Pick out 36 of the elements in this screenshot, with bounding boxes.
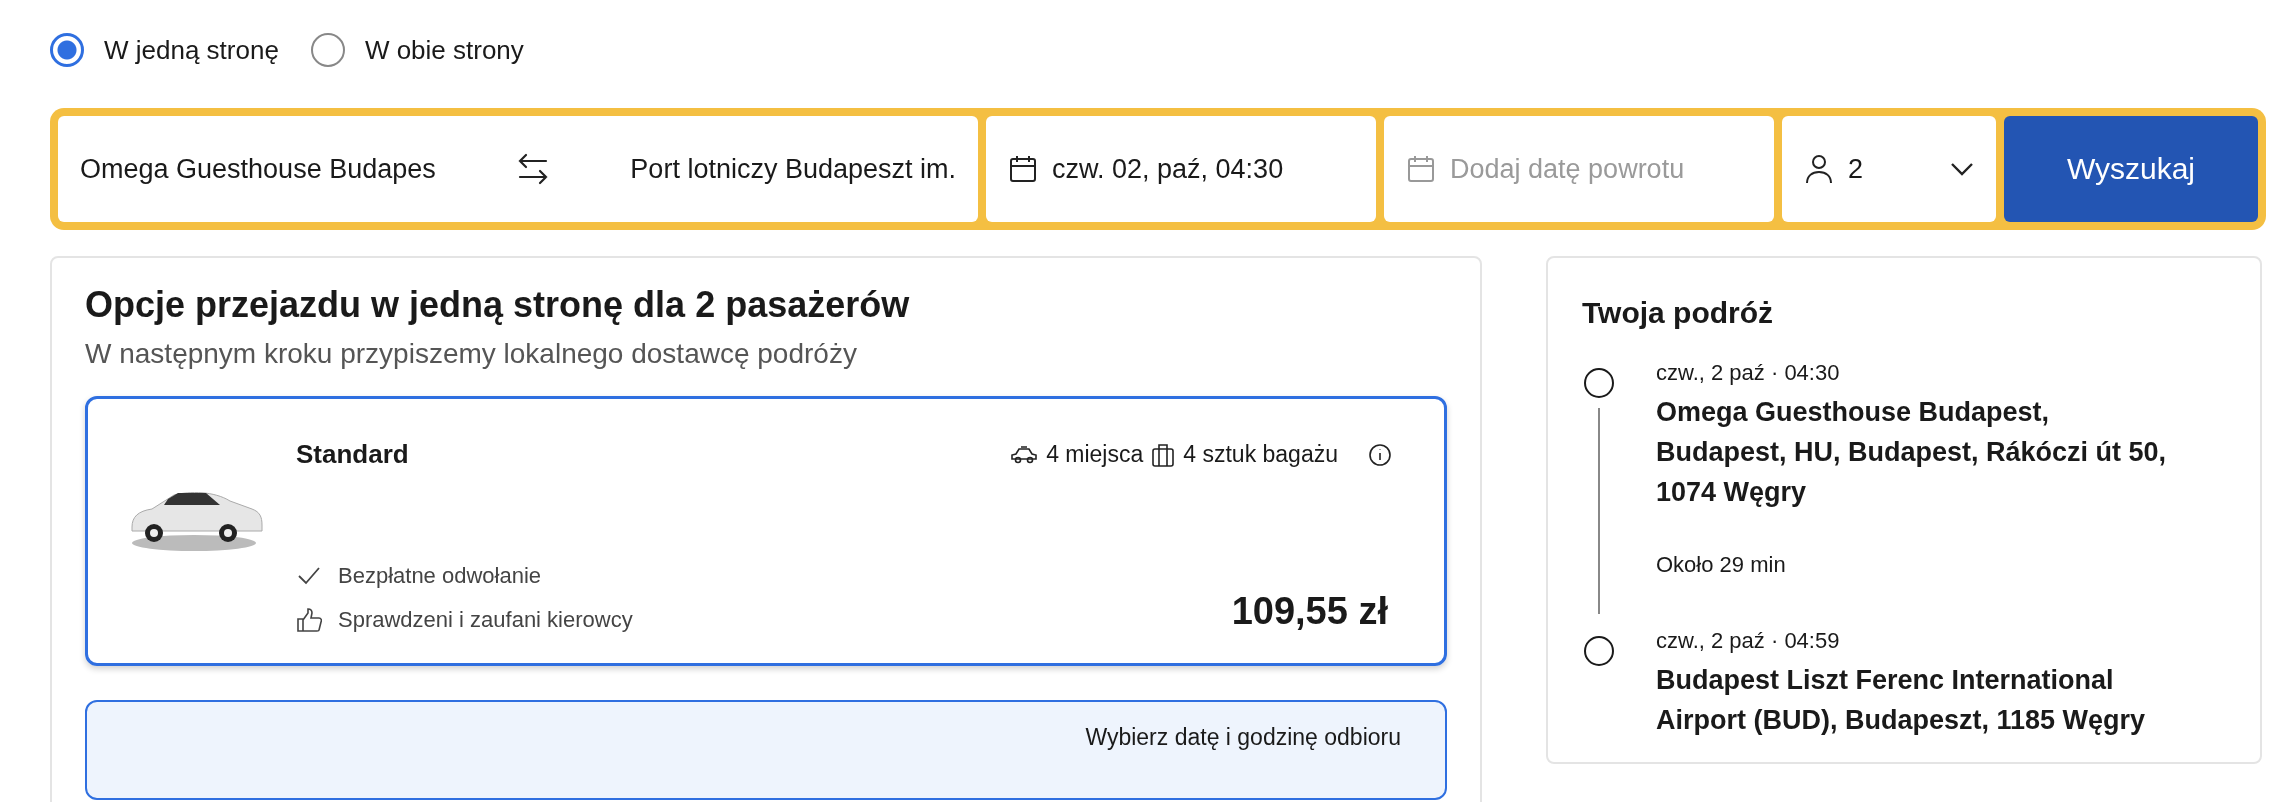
- price: 109,55 zł: [1231, 590, 1388, 633]
- trip-duration: Około 29 min: [1656, 552, 1787, 578]
- pickup-prompt: Wybierz datę i godzinę odbioru: [1085, 724, 1401, 751]
- search-button[interactable]: Wyszukaj: [2004, 116, 2258, 222]
- ride-option-card[interactable]: Standard 4 miejsca 4 sztuk bagażu Bezpłatne odwołanie Sprawdzeni i zaufani kierowcy 109,55 zł: [85, 396, 1447, 666]
- person-icon: [1804, 153, 1834, 185]
- stop-time: czw., 2 paź · 04:30: [1656, 360, 1841, 386]
- calendar-icon: [1008, 154, 1038, 184]
- stop-time: czw., 2 paź · 04:59: [1656, 628, 1841, 654]
- luggage-count: 4 sztuk bagażu: [1183, 441, 1338, 468]
- car-icon: [1010, 444, 1039, 465]
- results-title: Opcje przejazdu w jedną stronę dla 2 pasażerów: [85, 284, 911, 326]
- date-field[interactable]: czw. 02, paź, 04:30: [986, 116, 1376, 222]
- chevron-down-icon: [1950, 162, 1974, 176]
- radio-label[interactable]: W obie strony: [364, 34, 524, 66]
- destination-field[interactable]: Port lotniczy Budapeszt im.: [630, 153, 956, 185]
- results-subtitle: W następnym kroku przypiszemy lokalnego dostawcę podróży: [85, 338, 858, 370]
- thumbs-up-icon: [296, 607, 322, 633]
- radio-button[interactable]: [50, 33, 84, 67]
- radio-button[interactable]: [310, 33, 345, 67]
- passengers-dropdown[interactable]: 2: [1782, 116, 1996, 222]
- suitcase-icon: [1151, 441, 1176, 468]
- origin-field[interactable]: Omega Guesthouse Budapes: [80, 153, 436, 185]
- checkmark-icon: [296, 565, 322, 587]
- timeline-stop-icon: [1584, 636, 1614, 666]
- feature-text: Sprawdzeni i zaufani kierowcy: [338, 607, 633, 633]
- info-icon[interactable]: [1368, 442, 1392, 467]
- trip-title: Twoja podróż: [1582, 296, 1775, 330]
- seats-count: 4 miejsca: [1046, 441, 1144, 468]
- radio-label[interactable]: W jedną stronę: [104, 34, 279, 66]
- timeline-stop-icon: [1584, 368, 1614, 398]
- calendar-icon: [1406, 154, 1436, 184]
- stop-address: Budapest Liszt Ferenc International Airport (BUD), Budapeszt, 1185 Węgry: [1656, 664, 2147, 737]
- feature-text: Bezpłatne odwołanie: [338, 563, 542, 589]
- ride-class-name: Standard: [296, 439, 409, 470]
- stop-address: Omega Guesthouse Budapest, Budapest, HU, Budapest, Rákóczi út 50, 1074 Węgry: [1656, 396, 2168, 509]
